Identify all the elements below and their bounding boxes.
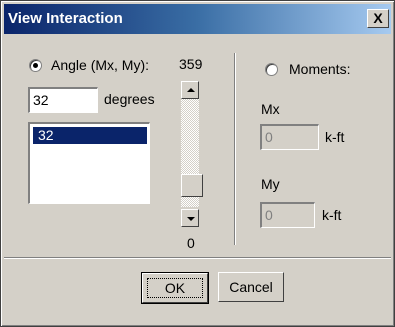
cancel-button-label: Cancel [229, 279, 273, 295]
angle-listbox[interactable]: 32 [28, 122, 150, 204]
chevron-down-icon [187, 217, 195, 221]
scroll-up-button[interactable] [181, 81, 199, 99]
focus-rect [147, 278, 203, 298]
scroll-down-button[interactable] [181, 209, 199, 227]
view-interaction-dialog: View Interaction X Angle (Mx, My): 32 de… [0, 0, 395, 327]
window-title: View Interaction [8, 10, 123, 27]
title-bar[interactable]: View Interaction X [4, 4, 391, 34]
my-unit-label: k-ft [322, 207, 342, 223]
ok-button[interactable]: OK [141, 272, 209, 304]
angle-input[interactable]: 32 [28, 87, 98, 113]
mx-input[interactable]: 0 [260, 124, 319, 150]
list-item[interactable]: 32 [33, 127, 147, 144]
degrees-unit-label: degrees [104, 91, 155, 107]
slider-min-label: 0 [187, 235, 195, 251]
chevron-up-icon [187, 88, 195, 92]
moments-radio[interactable] [265, 63, 278, 76]
horizontal-divider [4, 257, 391, 258]
slider-thumb[interactable] [181, 174, 203, 197]
my-input[interactable]: 0 [260, 202, 315, 228]
vertical-divider [234, 53, 235, 245]
radio-selected-dot [33, 63, 38, 68]
slider-max-label: 359 [179, 56, 203, 72]
mx-unit-label: k-ft [325, 129, 345, 145]
my-label: My [261, 176, 280, 192]
close-button[interactable]: X [367, 9, 389, 28]
mx-label: Mx [261, 101, 280, 117]
angle-radio-label[interactable]: Angle (Mx, My): [51, 57, 149, 73]
angle-radio[interactable] [29, 59, 42, 72]
moments-radio-label[interactable]: Moments: [289, 61, 350, 77]
cancel-button[interactable]: Cancel [218, 272, 284, 302]
